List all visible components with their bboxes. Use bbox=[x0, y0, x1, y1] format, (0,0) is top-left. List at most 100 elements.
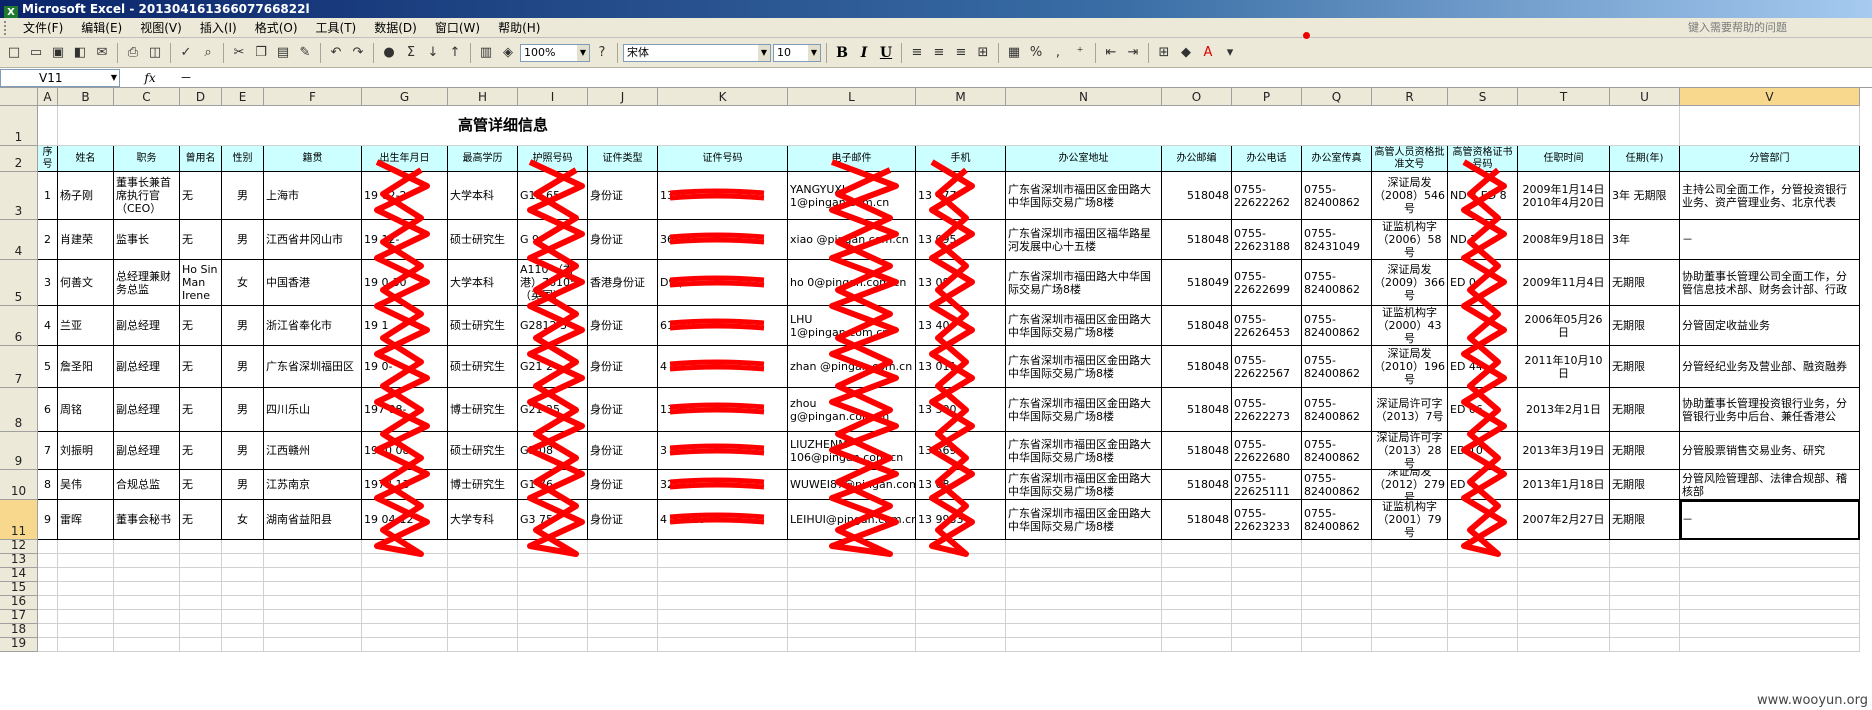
column-header-t[interactable]: T bbox=[1518, 88, 1610, 106]
table-cell[interactable]: 大学本科 bbox=[448, 172, 518, 220]
currency-icon[interactable]: ▦ bbox=[1004, 43, 1024, 63]
empty-cell[interactable] bbox=[1680, 540, 1860, 554]
table-cell[interactable]: 男 bbox=[222, 172, 264, 220]
table-cell[interactable]: 总经理兼财务总监 bbox=[114, 260, 180, 306]
empty-cell[interactable] bbox=[916, 582, 1006, 596]
empty-cell[interactable] bbox=[518, 554, 588, 568]
table-cell[interactable]: 2009年1月14日 2010年4月20日 bbox=[1518, 172, 1610, 220]
empty-cell[interactable] bbox=[1448, 540, 1518, 554]
chevron-down-icon[interactable]: ▼ bbox=[808, 44, 820, 61]
empty-cell[interactable] bbox=[1006, 568, 1162, 582]
table-cell[interactable]: ED 44 bbox=[1448, 346, 1518, 388]
empty-cell[interactable] bbox=[1232, 540, 1302, 554]
empty-cell[interactable] bbox=[180, 568, 222, 582]
table-cell[interactable]: 518048 bbox=[1162, 500, 1232, 540]
table-cell[interactable]: 雷晖 bbox=[58, 500, 114, 540]
empty-cell[interactable] bbox=[264, 568, 362, 582]
table-cell[interactable]: 无 bbox=[180, 432, 222, 470]
empty-cell[interactable] bbox=[264, 540, 362, 554]
toolbar-options-icon[interactable]: ▾ bbox=[1220, 43, 1240, 63]
empty-cell[interactable] bbox=[1680, 582, 1860, 596]
table-cell[interactable]: LEIHUI@pingan.com.cn bbox=[788, 500, 916, 540]
empty-cell[interactable] bbox=[1610, 582, 1680, 596]
empty-cell[interactable] bbox=[518, 610, 588, 624]
fill-color-icon[interactable]: ◆ bbox=[1176, 43, 1196, 63]
empty-cell[interactable] bbox=[788, 610, 916, 624]
table-cell[interactable]: 何善文 bbox=[58, 260, 114, 306]
table-cell[interactable]: 广东省深圳市福田区金田路大中华国际交易广场8楼 bbox=[1006, 470, 1162, 500]
table-cell[interactable]: 大学专科 bbox=[448, 500, 518, 540]
table-cell[interactable]: 0755-82400862 bbox=[1302, 470, 1372, 500]
table-cell[interactable]: 0755-22623233 bbox=[1232, 500, 1302, 540]
table-cell[interactable]: 广东省深圳市福田区金田路大中华国际交易广场8楼 bbox=[1006, 172, 1162, 220]
empty-cell[interactable] bbox=[1302, 568, 1372, 582]
empty-cell[interactable] bbox=[264, 624, 362, 638]
empty-cell[interactable] bbox=[362, 610, 448, 624]
table-cell[interactable]: 61 17 bbox=[658, 306, 788, 346]
table-cell[interactable]: 无 bbox=[180, 306, 222, 346]
table-cell[interactable]: 深证局许可字（2013）28号 bbox=[1372, 432, 1448, 470]
empty-cell[interactable] bbox=[1448, 596, 1518, 610]
table-cell[interactable]: 江苏南京 bbox=[264, 470, 362, 500]
table-cell[interactable]: 协助董事长管理投资银行业务，分管银行业务中后台、兼任香港公 bbox=[1680, 388, 1860, 432]
table-cell[interactable]: 0755-82400862 bbox=[1302, 172, 1372, 220]
table-cell[interactable]: 男 bbox=[222, 388, 264, 432]
menu-insert[interactable]: 插入(I) bbox=[191, 18, 246, 38]
table-cell[interactable]: 0755-22623188 bbox=[1232, 220, 1302, 260]
empty-cell[interactable] bbox=[1162, 554, 1232, 568]
chevron-down-icon[interactable]: ▼ bbox=[758, 44, 770, 61]
table-cell[interactable]: 深证局发（2010）196号 bbox=[1372, 346, 1448, 388]
table-cell[interactable]: ND 7 ED 8 bbox=[1448, 172, 1518, 220]
empty-cell[interactable] bbox=[58, 610, 114, 624]
empty-cell[interactable] bbox=[518, 596, 588, 610]
table-cell[interactable]: 身份证 bbox=[588, 432, 658, 470]
empty-cell[interactable] bbox=[222, 568, 264, 582]
row-header-19[interactable]: 19 bbox=[0, 636, 38, 652]
empty-cell[interactable] bbox=[264, 582, 362, 596]
empty-cell[interactable] bbox=[1372, 610, 1448, 624]
empty-cell[interactable] bbox=[222, 540, 264, 554]
comma-icon[interactable]: , bbox=[1048, 43, 1068, 63]
table-cell[interactable]: 广东省深圳市福田区金田路大中华国际交易广场8楼 bbox=[1006, 432, 1162, 470]
empty-cell[interactable] bbox=[658, 582, 788, 596]
table-cell[interactable]: 身份证 bbox=[588, 220, 658, 260]
table-cell[interactable]: 副总经理 bbox=[114, 432, 180, 470]
empty-cell[interactable] bbox=[1302, 554, 1372, 568]
table-cell[interactable]: 3 bbox=[38, 260, 58, 306]
redo-icon[interactable]: ↷ bbox=[348, 43, 368, 63]
empty-cell[interactable] bbox=[222, 582, 264, 596]
menu-view[interactable]: 视图(V) bbox=[131, 18, 191, 38]
table-cell[interactable]: zhan @pingan.com.cn bbox=[788, 346, 916, 388]
table-cell[interactable]: 0755-82400862 bbox=[1302, 346, 1372, 388]
menu-data[interactable]: 数据(D) bbox=[365, 18, 426, 38]
table-cell[interactable]: 19 1 bbox=[362, 306, 448, 346]
empty-cell[interactable] bbox=[38, 106, 58, 146]
table-cell[interactable]: xiao @pingan.com.cn bbox=[788, 220, 916, 260]
empty-cell[interactable] bbox=[362, 596, 448, 610]
empty-cell[interactable] bbox=[264, 610, 362, 624]
empty-cell[interactable] bbox=[448, 540, 518, 554]
table-cell[interactable]: 男 bbox=[222, 470, 264, 500]
empty-cell[interactable] bbox=[658, 638, 788, 652]
table-cell[interactable]: 广东省深圳市福田区金田路大中华国际交易广场8楼 bbox=[1006, 306, 1162, 346]
table-cell[interactable]: 合规总监 bbox=[114, 470, 180, 500]
table-header-cell[interactable]: 高管资格证书号码 bbox=[1448, 146, 1518, 172]
empty-cell[interactable] bbox=[264, 554, 362, 568]
menu-edit[interactable]: 编辑(E) bbox=[72, 18, 131, 38]
table-cell[interactable]: ED 4 bbox=[1448, 470, 1518, 500]
column-header-j[interactable]: J bbox=[588, 88, 658, 106]
table-cell[interactable]: 13 08 bbox=[916, 470, 1006, 500]
menu-help[interactable]: 帮助(H) bbox=[489, 18, 549, 38]
table-cell[interactable]: 广东省深圳市福田区福华路星河发展中心十五楼 bbox=[1006, 220, 1162, 260]
empty-cell[interactable] bbox=[222, 624, 264, 638]
column-header-p[interactable]: P bbox=[1232, 88, 1302, 106]
table-cell[interactable]: D9 ) bbox=[658, 260, 788, 306]
table-cell[interactable]: 分管股票销售交易业务、研究 bbox=[1680, 432, 1860, 470]
table-cell[interactable]: 刘振明 bbox=[58, 432, 114, 470]
row-header-6[interactable]: 6 bbox=[0, 306, 38, 346]
table-cell[interactable]: 518048 bbox=[1162, 172, 1232, 220]
empty-cell[interactable] bbox=[588, 638, 658, 652]
empty-cell[interactable] bbox=[448, 596, 518, 610]
empty-cell[interactable] bbox=[58, 554, 114, 568]
empty-cell[interactable] bbox=[362, 568, 448, 582]
